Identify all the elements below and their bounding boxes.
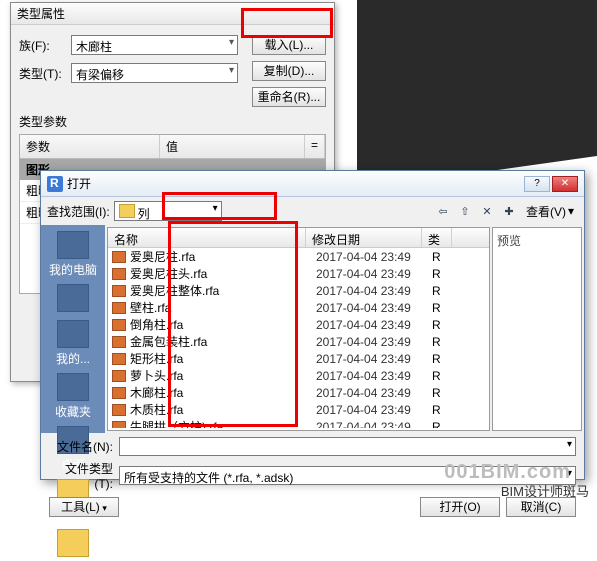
lookin-label: 查找范围(I): [47, 203, 110, 220]
dlg1-titlebar[interactable]: 类型属性 [11, 3, 334, 25]
views-button[interactable]: 查看(V)▾ [522, 201, 578, 222]
rfa-icon [112, 421, 126, 429]
rfa-icon [112, 285, 126, 297]
open-button[interactable]: 打开(O) [420, 497, 500, 517]
filetype-label: 文件类型(T): [49, 460, 113, 491]
file-item[interactable]: 牛腿拱（方柱).rfa2017-04-04 23:49R [108, 418, 489, 428]
place-icon [57, 320, 89, 348]
hdr-param[interactable]: 参数 [20, 135, 160, 158]
dlg2-title: 打开 [67, 175, 91, 192]
file-item[interactable]: 萝卜头.rfa2017-04-04 23:49R [108, 367, 489, 384]
place-icon [57, 373, 89, 401]
cancel-button[interactable]: 取消(C) [506, 497, 576, 517]
rfa-icon [112, 268, 126, 280]
back-icon[interactable]: ⇦ [434, 202, 452, 220]
file-item[interactable]: 爱奥尼柱整体.rfa2017-04-04 23:49R [108, 282, 489, 299]
load-button[interactable]: 载入(L)... [252, 35, 326, 55]
rename-button[interactable]: 重命名(R)... [252, 87, 326, 107]
hdr-eq[interactable]: = [305, 135, 325, 158]
rfa-icon [112, 319, 126, 331]
up-icon[interactable]: ⇧ [456, 202, 474, 220]
place-item[interactable]: 我的电脑 [44, 229, 102, 280]
hdr-date[interactable]: 修改日期 [306, 228, 422, 247]
file-list[interactable]: 爱奥尼柱.rfa2017-04-04 23:49R爱奥尼柱头.rfa2017-0… [108, 248, 489, 428]
file-item[interactable]: 木质柱.rfa2017-04-04 23:49R [108, 401, 489, 418]
hdr-type[interactable]: 类 [422, 228, 452, 247]
bg-3d-shape [357, 0, 597, 190]
family-select[interactable]: 木廊柱 [71, 35, 238, 55]
filename-input[interactable] [119, 437, 576, 456]
file-list-area: 名称 修改日期 类 爱奥尼柱.rfa2017-04-04 23:49R爱奥尼柱头… [107, 227, 490, 431]
chevron-down-icon: ▾ [568, 204, 574, 218]
file-item[interactable]: 爱奥尼柱头.rfa2017-04-04 23:49R [108, 265, 489, 282]
place-icon [57, 529, 89, 557]
rfa-icon [112, 387, 126, 399]
file-item[interactable]: 矩形柱.rfa2017-04-04 23:49R [108, 350, 489, 367]
file-item[interactable]: 金属包装柱.rfa2017-04-04 23:49R [108, 333, 489, 350]
place-item[interactable]: 我的... [44, 318, 102, 369]
file-item[interactable]: 倒角柱.rfa2017-04-04 23:49R [108, 316, 489, 333]
newfolder-icon[interactable]: ✚ [500, 202, 518, 220]
place-icon [57, 231, 89, 259]
preview-pane: 预览 [492, 227, 582, 431]
type-select[interactable]: 有梁偏移 [71, 63, 238, 83]
place-item[interactable] [44, 282, 102, 316]
delete-icon[interactable]: ✕ [478, 202, 496, 220]
dlg1-title: 类型属性 [17, 5, 65, 22]
file-item[interactable]: 木廊柱.rfa2017-04-04 23:49R [108, 384, 489, 401]
type-params-label: 类型参数 [19, 113, 326, 130]
rfa-icon [112, 370, 126, 382]
rfa-icon [112, 353, 126, 365]
rfa-icon [112, 302, 126, 314]
family-label: 族(F): [19, 37, 71, 54]
hdr-value[interactable]: 值 [160, 135, 305, 158]
filename-label: 文件名(N): [49, 438, 113, 455]
rfa-icon [112, 336, 126, 348]
file-item[interactable]: 壁柱.rfa2017-04-04 23:49R [108, 299, 489, 316]
rfa-icon [112, 251, 126, 263]
places-bar: 我的电脑我的...收藏夹桌面Metric L... [41, 225, 105, 433]
duplicate-button[interactable]: 复制(D)... [252, 61, 326, 81]
close-button[interactable]: ✕ [552, 176, 578, 192]
type-label: 类型(T): [19, 65, 71, 82]
tools-button[interactable]: 工具(L) [49, 497, 119, 517]
open-dialog: 打开 ? ✕ 查找范围(I): 列 ⇦ ⇧ ✕ ✚ 查看(V)▾ 我的电脑我的.… [40, 170, 585, 480]
footer-credit: BIM设计师斑马 [501, 481, 589, 500]
revit-icon [47, 176, 63, 192]
hdr-name[interactable]: 名称 [108, 228, 306, 247]
dlg2-titlebar[interactable]: 打开 ? ✕ [41, 171, 584, 197]
rfa-icon [112, 404, 126, 416]
file-item[interactable]: 爱奥尼柱.rfa2017-04-04 23:49R [108, 248, 489, 265]
place-item[interactable]: 收藏夹 [44, 371, 102, 422]
place-icon [57, 284, 89, 312]
help-button[interactable]: ? [524, 176, 550, 192]
lookin-select[interactable]: 列 [114, 201, 222, 221]
place-item[interactable] [44, 527, 102, 561]
folder-icon [119, 204, 135, 218]
